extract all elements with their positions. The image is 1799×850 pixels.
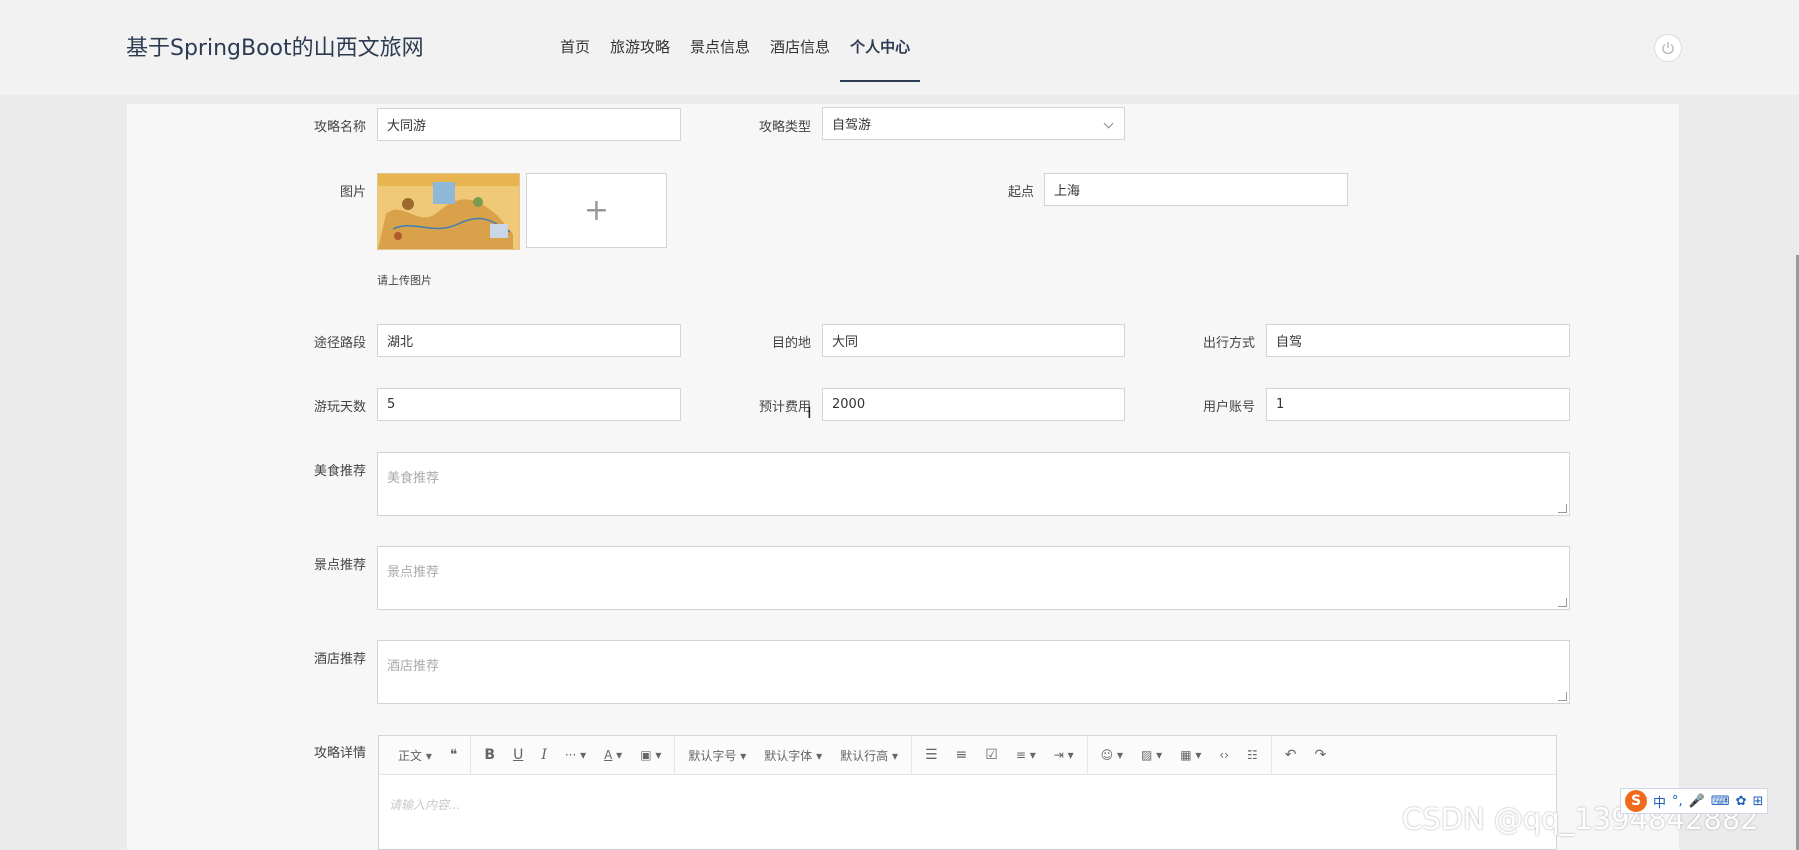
resize-handle-icon[interactable] [1558, 692, 1567, 701]
route-input[interactable] [377, 324, 681, 357]
nav-attractions[interactable]: 景点信息 [680, 0, 760, 82]
start-input[interactable] [1044, 173, 1348, 206]
type-select-value: 自驾游 [832, 118, 872, 133]
sogou-logo-icon: S [1625, 790, 1647, 812]
divider-icon[interactable]: ☷ [1238, 748, 1267, 762]
paragraph-select[interactable]: 正文 ▾ [389, 747, 441, 764]
food-placeholder: 美食推荐 [387, 471, 440, 486]
food-label: 美食推荐 [313, 464, 366, 479]
spots-placeholder: 景点推荐 [387, 565, 440, 580]
power-icon[interactable] [1654, 34, 1682, 62]
cost-label: 预计费用 [758, 400, 811, 415]
image-label: 图片 [339, 185, 366, 200]
spots-label: 景点推荐 [313, 558, 366, 573]
indent-icon[interactable]: ⇥ ▾ [1045, 748, 1083, 762]
type-label: 攻略类型 [758, 120, 811, 135]
uploaded-image-thumbnail[interactable] [377, 173, 520, 250]
undo-icon[interactable]: ↶ [1276, 747, 1306, 763]
ime-lang-label[interactable]: 中 [1653, 792, 1666, 811]
travel-mode-label: 出行方式 [1202, 336, 1255, 351]
days-input[interactable] [377, 388, 681, 421]
microphone-icon[interactable]: 🎤 [1689, 794, 1705, 809]
travel-mode-input[interactable] [1266, 324, 1570, 357]
main-nav: 首页 旅游攻略 景点信息 酒店信息 个人中心 [550, 0, 921, 82]
hotel-label: 酒店推荐 [313, 652, 366, 667]
type-select[interactable]: 自驾游 [822, 107, 1125, 140]
resize-handle-icon[interactable] [1558, 504, 1567, 513]
bold-icon[interactable]: B [475, 747, 504, 763]
line-height-select[interactable]: 默认行高 ▾ [831, 747, 907, 764]
hotel-placeholder: 酒店推荐 [387, 659, 440, 674]
skin-icon[interactable]: ✿ [1736, 794, 1747, 809]
more-icon[interactable]: ··· ▾ [556, 748, 595, 762]
quote-icon[interactable]: ❝ [441, 747, 467, 763]
nav-home[interactable]: 首页 [550, 0, 600, 82]
resize-handle-icon[interactable] [1558, 598, 1567, 607]
days-label: 游玩天数 [313, 400, 366, 415]
table-icon[interactable]: ▦ ▾ [1171, 748, 1210, 762]
italic-icon[interactable]: I [532, 747, 556, 763]
destination-input[interactable] [822, 324, 1125, 357]
numbered-list-icon[interactable]: ≡ [947, 747, 977, 763]
ime-toolbar[interactable]: S 中 °, 🎤 ⌨ ✿ ⊞ [1620, 788, 1769, 814]
top-navbar: 基于SpringBoot的山西文旅网 首页 旅游攻略 景点信息 酒店信息 个人中… [0, 0, 1799, 95]
redo-icon[interactable]: ↷ [1305, 747, 1335, 763]
rich-text-editor[interactable]: 正文 ▾ ❝ B U I ··· ▾ A ▾ ▣ ▾ 默认字号 ▾ 默认字体 ▾… [378, 735, 1557, 850]
text-cursor-icon: I [807, 403, 812, 422]
upload-hint: 请上传图片 [377, 274, 432, 287]
background-color-icon[interactable]: ▣ ▾ [631, 748, 670, 762]
toolbox-icon[interactable]: ⊞ [1753, 794, 1764, 809]
keyboard-icon[interactable]: ⌨ [1711, 794, 1730, 809]
bullet-list-icon[interactable]: ☰ [916, 747, 947, 763]
spots-textarea[interactable]: 景点推荐 [377, 546, 1570, 610]
route-label: 途径路段 [313, 336, 366, 351]
todo-icon[interactable]: ☑ [976, 747, 1007, 763]
font-color-icon[interactable]: A ▾ [595, 748, 631, 762]
font-family-select[interactable]: 默认字体 ▾ [755, 747, 831, 764]
account-input[interactable] [1266, 388, 1570, 421]
nav-personal-center[interactable]: 个人中心 [840, 0, 921, 82]
emoji-icon[interactable]: ☺ ▾ [1092, 748, 1132, 762]
code-icon[interactable]: ‹› [1210, 748, 1238, 762]
name-input[interactable] [377, 108, 681, 141]
destination-label: 目的地 [771, 336, 811, 351]
font-size-select[interactable]: 默认字号 ▾ [679, 747, 755, 764]
start-label: 起点 [1007, 185, 1034, 200]
chevron-down-icon [1103, 118, 1114, 129]
nav-travel-guides[interactable]: 旅游攻略 [600, 0, 680, 82]
account-label: 用户账号 [1202, 400, 1255, 415]
add-image-button[interactable]: + [526, 173, 667, 248]
editor-toolbar: 正文 ▾ ❝ B U I ··· ▾ A ▾ ▣ ▾ 默认字号 ▾ 默认字体 ▾… [379, 736, 1556, 775]
align-icon[interactable]: ≡ ▾ [1007, 748, 1045, 762]
name-label: 攻略名称 [313, 120, 366, 135]
editor-placeholder: 请输入内容... [389, 798, 461, 812]
punctuation-icon[interactable]: °, [1672, 794, 1683, 809]
hotel-textarea[interactable]: 酒店推荐 [377, 640, 1570, 704]
food-textarea[interactable]: 美食推荐 [377, 452, 1570, 516]
detail-label: 攻略详情 [313, 746, 366, 761]
cost-input[interactable] [822, 388, 1125, 421]
image-icon[interactable]: ▨ ▾ [1132, 748, 1171, 762]
underline-icon[interactable]: U [504, 747, 532, 763]
site-title[interactable]: 基于SpringBoot的山西文旅网 [126, 30, 424, 62]
nav-hotels[interactable]: 酒店信息 [760, 0, 840, 82]
